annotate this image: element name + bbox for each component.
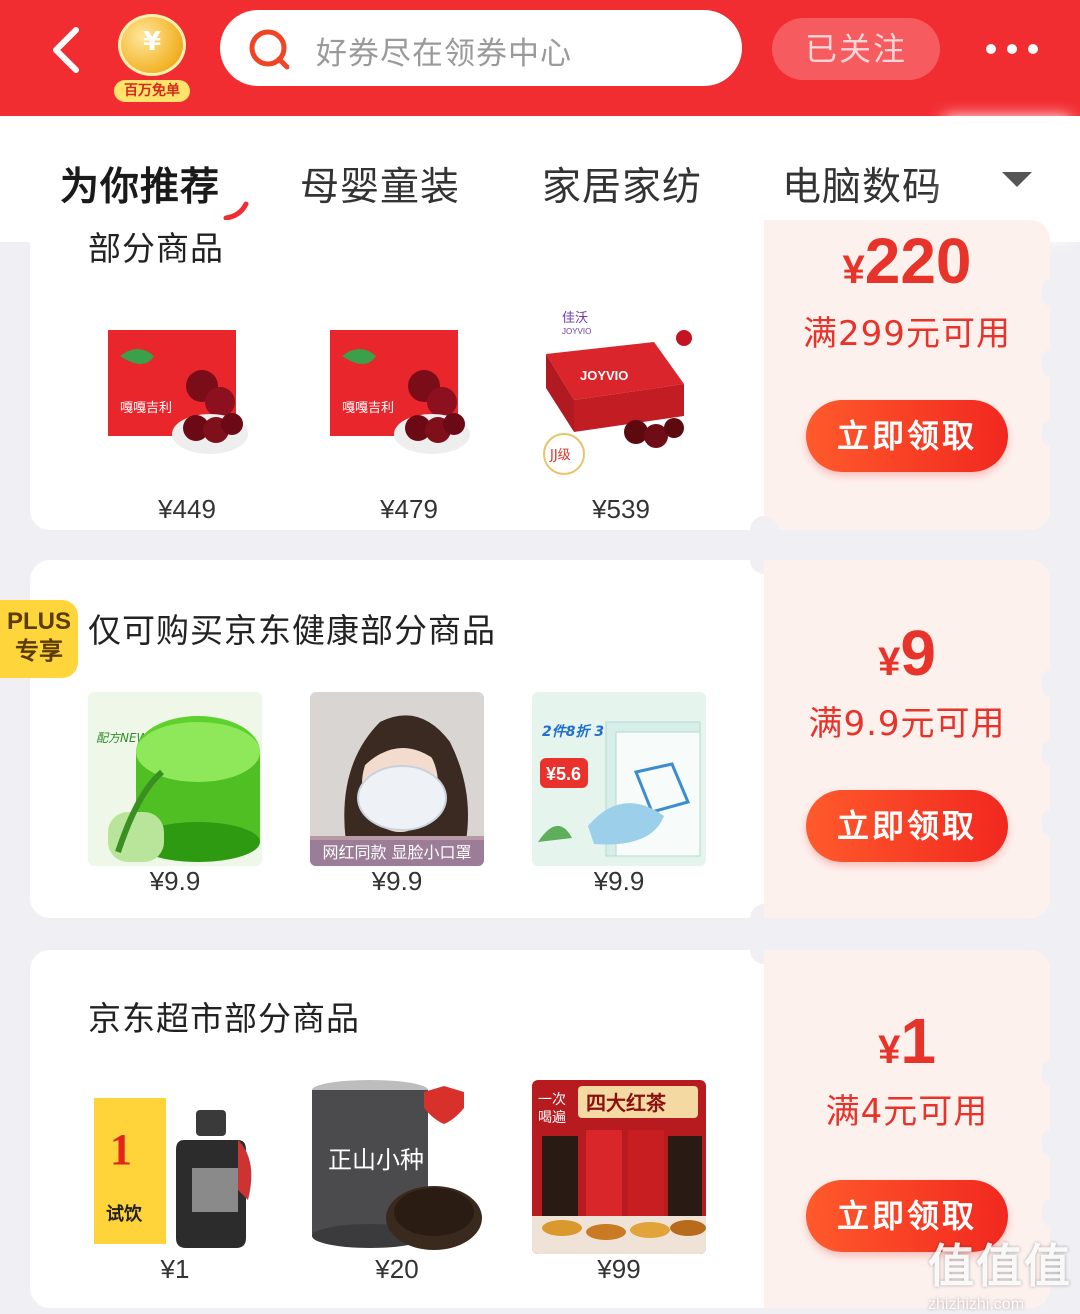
coupon-card: 部分商品 嘎嘎吉利 ¥449 嘎嘎吉利 ¥479 佳沃 JOYVIO JOYVI… bbox=[30, 220, 1050, 530]
coupon-value-area: ¥9 满9.9元可用 立即领取 bbox=[764, 560, 1050, 918]
svg-text:JJ级: JJ级 bbox=[549, 448, 571, 463]
product-price: ¥1 bbox=[160, 1254, 190, 1284]
search-input[interactable]: 好券尽在领券中心 bbox=[220, 10, 742, 86]
svg-text:一次: 一次 bbox=[538, 1092, 566, 1108]
product-image[interactable]: 2件8折 3件7折 ¥5.6 bbox=[532, 692, 706, 866]
card-scallop bbox=[1042, 350, 1050, 376]
tab-recommended[interactable]: 为你推荐 bbox=[60, 156, 220, 212]
product-price: ¥9.9 bbox=[149, 866, 201, 896]
product-image[interactable]: 嘎嘎吉利 bbox=[100, 316, 274, 490]
coupon-condition: 满4元可用 bbox=[825, 1092, 989, 1132]
top-bar: ¥ 百万免单 好券尽在领券中心 已关注 bbox=[0, 0, 1080, 116]
product-item[interactable]: 佳沃 JOYVIO JOYVIO JJ级 ¥539 bbox=[534, 304, 708, 524]
product-image[interactable]: 一次 喝遍 四大红茶 bbox=[532, 1080, 706, 1254]
card-scallop bbox=[1042, 670, 1050, 696]
claim-coupon-button[interactable]: 立即领取 bbox=[806, 790, 1008, 862]
card-scallop bbox=[1042, 740, 1050, 766]
svg-text:四大红茶: 四大红茶 bbox=[586, 1091, 667, 1115]
product-item[interactable]: 网红同款 显脸小口罩 ¥9.9 bbox=[310, 692, 484, 902]
chevron-down-icon bbox=[1002, 172, 1032, 187]
svg-text:1: 1 bbox=[110, 1125, 132, 1174]
search-placeholder: 好券尽在领券中心 bbox=[316, 36, 572, 72]
product-item[interactable]: 正山小种 ¥20 bbox=[310, 1080, 484, 1290]
claim-coupon-button[interactable]: 立即领取 bbox=[806, 400, 1008, 472]
tab-baby-kids[interactable]: 母婴童装 bbox=[300, 156, 460, 212]
product-image-caption: 网红同款 显脸小口罩 bbox=[310, 840, 484, 866]
coupon-value-area: ¥220 满299元可用 立即领取 bbox=[764, 220, 1050, 530]
follow-button[interactable]: 已关注 bbox=[772, 18, 940, 80]
card-scallop bbox=[1042, 420, 1050, 446]
svg-text:JOYVIO: JOYVIO bbox=[580, 368, 628, 383]
coupon-products-area: 仅可购买京东健康部分商品 配方NEW ¥9.9 网红同款 显脸小口罩 ¥9.9 … bbox=[30, 560, 764, 918]
coupon-title: 京东超市部分商品 bbox=[88, 999, 360, 1038]
tab-home-textile[interactable]: 家居家纺 bbox=[542, 156, 702, 212]
coupon-condition: 满9.9元可用 bbox=[808, 704, 1006, 744]
svg-text:JOYVIO: JOYVIO bbox=[562, 327, 591, 336]
coupon-condition: 满299元可用 bbox=[803, 314, 1011, 354]
site-watermark: 值值值 zhizhizhi.com bbox=[928, 1239, 1072, 1313]
badge-label: 百万免单 bbox=[114, 80, 190, 102]
svg-text:试饮: 试饮 bbox=[106, 1203, 143, 1225]
coupon-amount: ¥9 bbox=[878, 617, 936, 689]
product-image[interactable]: 网红同款 显脸小口罩 bbox=[310, 692, 484, 866]
product-item[interactable]: 2件8折 3件7折 ¥5.6 ¥9.9 bbox=[532, 692, 706, 902]
product-image[interactable]: 佳沃 JOYVIO JOYVIO JJ级 bbox=[534, 304, 708, 490]
svg-text:佳沃: 佳沃 bbox=[562, 311, 588, 326]
product-image[interactable]: 配方NEW bbox=[88, 692, 262, 866]
card-scallop bbox=[1042, 1200, 1050, 1226]
card-scallop bbox=[1042, 810, 1050, 836]
product-price: ¥9.9 bbox=[593, 866, 645, 896]
svg-text:¥5.6: ¥5.6 bbox=[546, 764, 581, 784]
svg-text:嘎嘎吉利: 嘎嘎吉利 bbox=[120, 401, 172, 416]
product-price: ¥99 bbox=[597, 1254, 641, 1284]
card-scallop bbox=[1042, 1130, 1050, 1156]
card-scallop bbox=[1042, 1060, 1050, 1086]
svg-text:正山小种: 正山小种 bbox=[328, 1146, 424, 1174]
product-image[interactable]: 1 试饮 bbox=[88, 1080, 262, 1254]
more-icon[interactable] bbox=[984, 28, 1040, 68]
coupon-title: 部分商品 bbox=[88, 229, 224, 268]
product-item[interactable]: 配方NEW ¥9.9 bbox=[88, 692, 262, 902]
card-scallop bbox=[1042, 280, 1050, 306]
product-price: ¥539 bbox=[592, 494, 650, 524]
coin-icon: ¥ bbox=[118, 14, 186, 76]
product-item[interactable]: 1 试饮 ¥1 bbox=[88, 1080, 262, 1290]
coupon-card: 仅可购买京东健康部分商品 配方NEW ¥9.9 网红同款 显脸小口罩 ¥9.9 … bbox=[30, 560, 1050, 918]
coupon-card: 京东超市部分商品 1 试饮 ¥1 正山小种 ¥20 一次 喝遍 四大红茶 ¥99… bbox=[30, 950, 1050, 1308]
coupon-title: 仅可购买京东健康部分商品 bbox=[88, 611, 496, 650]
svg-text:喝遍: 喝遍 bbox=[538, 1110, 566, 1126]
product-image[interactable]: 正山小种 bbox=[310, 1080, 484, 1254]
coupon-amount: ¥220 bbox=[842, 225, 972, 297]
free-order-badge[interactable]: ¥ 百万免单 bbox=[112, 14, 192, 102]
product-item[interactable]: 嘎嘎吉利 ¥449 bbox=[100, 316, 274, 526]
search-icon bbox=[246, 26, 292, 72]
product-price: ¥449 bbox=[158, 494, 216, 524]
product-item[interactable]: 一次 喝遍 四大红茶 ¥99 bbox=[532, 1080, 706, 1290]
product-price: ¥9.9 bbox=[371, 866, 423, 896]
back-icon[interactable] bbox=[40, 20, 100, 80]
product-price: ¥479 bbox=[380, 494, 438, 524]
coupon-products-area: 京东超市部分商品 1 试饮 ¥1 正山小种 ¥20 一次 喝遍 四大红茶 ¥99 bbox=[30, 950, 764, 1308]
product-price: ¥20 bbox=[375, 1254, 419, 1284]
coupon-amount: ¥1 bbox=[878, 1005, 936, 1077]
svg-text:嘎嘎吉利: 嘎嘎吉利 bbox=[342, 401, 394, 416]
product-image[interactable]: 嘎嘎吉利 bbox=[322, 316, 496, 490]
tab-computer-digital[interactable]: 电脑数码 bbox=[782, 156, 942, 212]
coupon-products-area: 部分商品 嘎嘎吉利 ¥449 嘎嘎吉利 ¥479 佳沃 JOYVIO JOYVI… bbox=[30, 220, 764, 530]
plus-exclusive-badge: PLUS 专享 bbox=[0, 600, 78, 678]
active-tab-indicator bbox=[222, 200, 252, 222]
product-item[interactable]: 嘎嘎吉利 ¥479 bbox=[322, 316, 496, 526]
